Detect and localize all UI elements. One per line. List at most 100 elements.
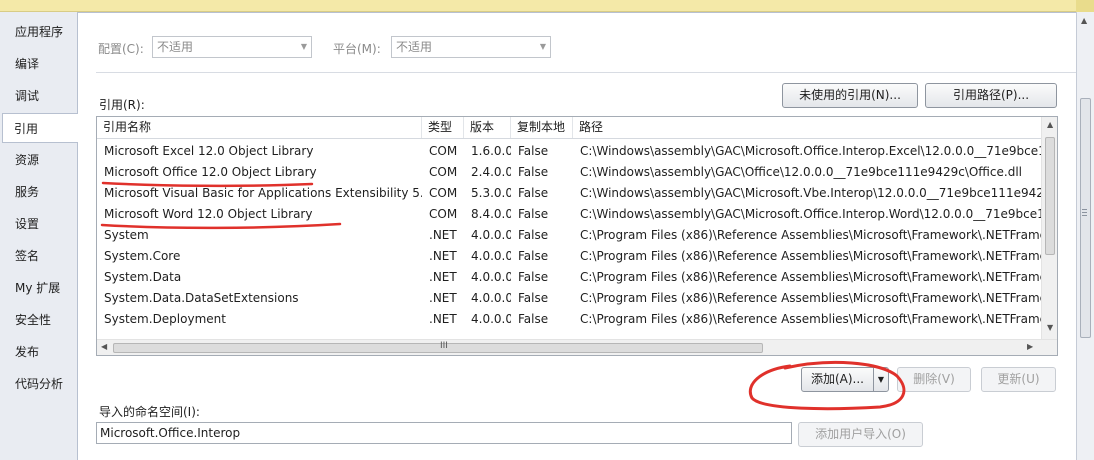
reference-version: 8.4.0.0 xyxy=(471,207,511,221)
reference-name: Microsoft Visual Basic for Applications … xyxy=(104,186,422,200)
tab-security[interactable]: 安全性 xyxy=(4,305,78,335)
chevron-down-icon: ▼ xyxy=(300,42,307,51)
reference-copy-local: False xyxy=(518,165,549,179)
reference-type: .NET xyxy=(429,249,457,263)
add-dropdown-button[interactable]: ▼ xyxy=(873,367,889,392)
remove-reference-button[interactable]: 删除(V) xyxy=(897,367,971,392)
scroll-grip-marker: III xyxy=(440,341,448,351)
references-list-header: 引用名称 类型 版本 复制本地 路径 xyxy=(97,117,1041,139)
unused-references-button[interactable]: 未使用的引用(N)... xyxy=(782,83,918,108)
reference-path: C:\Program Files (x86)\Reference Assembl… xyxy=(580,312,1041,326)
reference-version: 5.3.0.0 xyxy=(471,186,511,200)
scroll-down-icon[interactable]: ▼ xyxy=(1047,323,1053,332)
table-row[interactable]: Microsoft Word 12.0 Object Library COM 8.4… xyxy=(97,204,1041,225)
project-properties-tab-strip: 应用程序 编译 调试 引用 资源 服务 设置 签名 My 扩展 安全性 发布 代… xyxy=(0,12,79,460)
tab-resources[interactable]: 资源 xyxy=(4,145,78,175)
add-user-import-button[interactable]: 添加用户导入(O) xyxy=(798,422,923,447)
tab-compile[interactable]: 编译 xyxy=(4,49,78,79)
update-reference-button[interactable]: 更新(U) xyxy=(981,367,1056,392)
reference-version: 2.4.0.0 xyxy=(471,165,511,179)
config-select-value: 不适用 xyxy=(157,40,194,54)
table-row[interactable]: Microsoft Office 12.0 Object Library COM 2… xyxy=(97,162,1041,183)
reference-name: System.Data xyxy=(104,270,182,284)
page-scrollbar-thumb[interactable] xyxy=(1080,98,1091,338)
tab-code-analysis[interactable]: 代码分析 xyxy=(4,369,78,399)
table-row[interactable]: System.Deployment .NET 4.0.0.0 False C:\Prog… xyxy=(97,309,1041,330)
reference-name: Microsoft Excel 12.0 Object Library xyxy=(104,144,314,158)
scroll-up-icon[interactable]: ▲ xyxy=(1081,16,1087,25)
reference-version: 4.0.0.0 xyxy=(471,270,511,284)
reference-copy-local: False xyxy=(518,228,549,242)
table-row[interactable]: System.Data .NET 4.0.0.0 False C:\Program Fi… xyxy=(97,267,1041,288)
reference-copy-local: False xyxy=(518,144,549,158)
config-select: 不适用 ▼ xyxy=(152,36,312,58)
reference-name: System xyxy=(104,228,149,242)
reference-type: .NET xyxy=(429,270,457,284)
reference-type: COM xyxy=(429,207,458,221)
imported-namespaces-label: 导入的命名空间(I): xyxy=(99,405,200,419)
reference-copy-local: False xyxy=(518,291,549,305)
reference-version: 1.6.0.0 xyxy=(471,144,511,158)
tab-references[interactable]: 引用 xyxy=(2,113,79,143)
table-row[interactable]: System.Core .NET 4.0.0.0 False C:\Program Fi… xyxy=(97,246,1041,267)
table-row[interactable]: System.Data.DataSetExtensions .NET 4.0.0.0… xyxy=(97,288,1041,309)
platform-label: 平台(M): xyxy=(333,42,381,56)
scroll-grip-icon xyxy=(1082,209,1087,210)
list-vertical-scrollbar[interactable]: ▲ ▼ xyxy=(1041,117,1057,339)
reference-version: 4.0.0.0 xyxy=(471,249,511,263)
reference-type: COM xyxy=(429,144,458,158)
reference-copy-local: False xyxy=(518,207,549,221)
reference-path: C:\Program Files (x86)\Reference Assembl… xyxy=(580,228,1041,242)
platform-select-value: 不适用 xyxy=(396,40,433,54)
column-header-version[interactable]: 版本 xyxy=(464,117,511,138)
column-header-path[interactable]: 路径 xyxy=(573,117,1041,138)
namespace-input[interactable]: Microsoft.Office.Interop xyxy=(96,422,792,444)
reference-name: System.Data.DataSetExtensions xyxy=(104,291,299,305)
tab-settings[interactable]: 设置 xyxy=(4,209,78,239)
reference-version: 4.0.0.0 xyxy=(471,228,511,242)
list-horizontal-scrollbar[interactable]: ◀ III ▶ xyxy=(97,339,1057,355)
scroll-right-icon[interactable]: ▶ xyxy=(1027,342,1033,351)
reference-name: Microsoft Office 12.0 Object Library xyxy=(104,165,317,179)
scroll-left-icon[interactable]: ◀ xyxy=(101,342,107,351)
table-row[interactable]: Microsoft Visual Basic for Applications … xyxy=(97,183,1041,204)
scroll-up-icon[interactable]: ▲ xyxy=(1047,120,1053,129)
chevron-down-icon: ▼ xyxy=(539,42,546,51)
column-header-copy-local[interactable]: 复制本地 xyxy=(511,117,573,138)
reference-name: System.Deployment xyxy=(104,312,226,326)
column-header-type[interactable]: 类型 xyxy=(422,117,464,138)
tab-services[interactable]: 服务 xyxy=(4,177,78,207)
tab-application[interactable]: 应用程序 xyxy=(4,17,78,47)
reference-name: System.Core xyxy=(104,249,181,263)
reference-path: C:\Program Files (x86)\Reference Assembl… xyxy=(580,249,1041,263)
add-reference-button[interactable]: 添加(A)... xyxy=(801,367,874,392)
reference-path: C:\Windows\assembly\GAC\Office\12.0.0.0_… xyxy=(580,165,1022,179)
reference-copy-local: False xyxy=(518,186,549,200)
window-top-strip-corner xyxy=(1076,0,1094,12)
tab-signing[interactable]: 签名 xyxy=(4,241,78,271)
reference-path: C:\Program Files (x86)\Reference Assembl… xyxy=(580,291,1041,305)
reference-copy-local: False xyxy=(518,270,549,284)
tab-my-extensions[interactable]: My 扩展 xyxy=(4,273,78,303)
reference-paths-button[interactable]: 引用路径(P)... xyxy=(925,83,1057,108)
reference-path: C:\Windows\assembly\GAC\Microsoft.Office… xyxy=(580,207,1041,221)
reference-type: .NET xyxy=(429,312,457,326)
reference-name: Microsoft Word 12.0 Object Library xyxy=(104,207,313,221)
table-row[interactable]: Microsoft Excel 12.0 Object Library COM 1.… xyxy=(97,141,1041,162)
reference-type: .NET xyxy=(429,228,457,242)
reference-type: COM xyxy=(429,186,458,200)
references-label: 引用(R): xyxy=(99,98,145,112)
reference-type: .NET xyxy=(429,291,457,305)
reference-path: C:\Windows\assembly\GAC\Microsoft.Vbe.In… xyxy=(580,186,1041,200)
reference-copy-local: False xyxy=(518,312,549,326)
list-vertical-scrollbar-thumb[interactable] xyxy=(1045,137,1055,255)
tab-debug[interactable]: 调试 xyxy=(4,81,78,111)
column-header-name[interactable]: 引用名称 xyxy=(97,117,422,138)
table-row[interactable]: System .NET 4.0.0.0 False C:\Program Files (… xyxy=(97,225,1041,246)
references-list[interactable]: 引用名称 类型 版本 复制本地 路径 Microsoft Excel 12.0 … xyxy=(96,116,1058,356)
window-top-strip xyxy=(0,0,1094,12)
page-scrollbar[interactable]: ▲ xyxy=(1076,12,1094,460)
list-horizontal-scrollbar-thumb[interactable]: III xyxy=(113,341,763,353)
reference-copy-local: False xyxy=(518,249,549,263)
tab-publish[interactable]: 发布 xyxy=(4,337,78,367)
